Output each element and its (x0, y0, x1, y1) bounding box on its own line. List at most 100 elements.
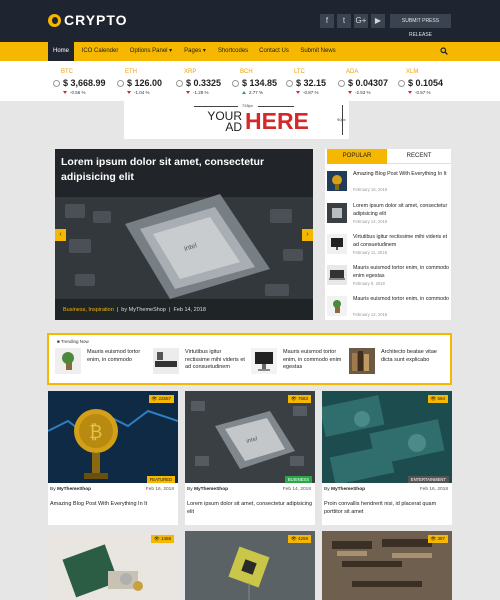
category-badge[interactable]: FEATURED (146, 476, 175, 483)
change-value: 2.77 % (249, 90, 264, 95)
widget-item-title: Virtutibus igitur rectissime mihi videri… (353, 234, 448, 248)
widget-item-date: February 16, 2018 (353, 187, 388, 192)
widget-item-date: February 12, 2018 (353, 312, 388, 317)
post-image (322, 391, 452, 483)
trending-item-title: Mauris euismod tortor enim, in commodo (87, 349, 141, 363)
clock-icon (176, 80, 183, 87)
post-card[interactable]: 👁 4259 (185, 531, 315, 600)
post-title[interactable]: Lorem ipsum dolor sit amet, consectetur … (187, 500, 313, 516)
change-value: -0.87 % (303, 90, 319, 95)
post-author: By MyThemeShop (187, 487, 228, 492)
ad-width-arrow (194, 106, 238, 107)
ticker-symbol: ETH (125, 69, 137, 75)
category-badge[interactable]: ENTERTAINMENT (407, 476, 449, 483)
twitter-icon[interactable]: t (337, 14, 351, 28)
change-value: -1.04 % (134, 90, 150, 95)
clock-icon (398, 80, 405, 87)
nav-item-submit-news[interactable]: Submit News (296, 42, 340, 61)
clock-icon (117, 80, 124, 87)
widget-thumb (327, 234, 347, 254)
trending-item[interactable]: Mauris euismod tortor enim, in commodo e… (251, 348, 346, 380)
ticker-item-btc[interactable]: BTC $ 3,668.99 -0.56 % (53, 69, 123, 99)
ticker-price: $ 126.00 (127, 78, 163, 88)
popular-recent-widget: POPULAR RECENT Amazing Blog Post With Ev… (325, 149, 451, 320)
clock-icon (53, 80, 60, 87)
site-logo[interactable]: CRYPTO (48, 12, 128, 28)
facebook-icon[interactable]: f (320, 14, 334, 28)
widget-item[interactable]: Mauris euismod tortor enim, in commodo F… (327, 296, 451, 324)
author-name[interactable]: MyThemeShop (331, 487, 365, 492)
views-badge: 👁 4259 (288, 535, 311, 543)
slider-categories[interactable]: Business, Inspiration (63, 307, 114, 313)
nav-label: Options Panel (129, 48, 168, 54)
eye-icon: 👁 (151, 396, 158, 401)
ad-banner[interactable]: 728px YOUR AD HERE 90px (124, 101, 349, 139)
trending-thumb (349, 348, 375, 374)
widget-item[interactable]: Virtutibus igitur rectissime mihi videri… (327, 234, 451, 262)
chevron-down-icon: ▾ (169, 48, 173, 54)
widget-item[interactable]: Mauris euismod tortor enim, in commodo e… (327, 265, 451, 293)
slider-next-button[interactable]: › (302, 229, 313, 241)
ticker-item-xlm[interactable]: XLM $ 0.1054 -0.57 % (398, 69, 468, 99)
ticker-symbol: XRP (184, 69, 197, 75)
trending-item-title: Virtutibus igitur rectissime mihi videri… (185, 349, 245, 370)
widget-item[interactable]: Lorem ipsum dolor sit amet, consectetur … (327, 203, 451, 231)
clock-icon (286, 80, 293, 87)
views-count: 1458 (160, 536, 171, 541)
slider-author: by MyThemeShop (121, 307, 166, 313)
trending-item-title: Architecto beatae vitae dicta sunt expli… (381, 349, 437, 363)
trending-item[interactable]: Mauris euismod tortor enim, in commodo (55, 348, 150, 380)
eye-icon: 👁 (291, 536, 297, 541)
category-badge[interactable]: BUSINESS (284, 476, 312, 483)
widget-item[interactable]: Amazing Blog Post With Everything In It … (327, 171, 451, 199)
post-title[interactable]: Proin convallis hendrerit nisi, id place… (324, 500, 450, 516)
arrow-up-icon (242, 91, 246, 95)
googleplus-icon[interactable]: G+ (354, 14, 368, 28)
ticker-price: $ 134.85 (242, 78, 278, 88)
ad-text: YOUR AD (198, 110, 242, 134)
change-value: -1.28 % (193, 90, 209, 95)
tab-recent[interactable]: RECENT (387, 149, 451, 164)
nav-item-home[interactable]: Home (48, 42, 74, 61)
slider-prev-button[interactable]: ‹ (55, 229, 66, 241)
by-label: By (187, 487, 193, 492)
author-name[interactable]: MyThemeShop (57, 487, 91, 492)
arrow-down-icon (127, 91, 131, 95)
post-meta: By MyThemeShop Feb 16, 2018 (324, 487, 450, 492)
views-count: 22557 (158, 396, 171, 401)
post-title[interactable]: Amazing Blog Post With Everything In It (50, 500, 176, 508)
author-name[interactable]: MyThemeShop (194, 487, 228, 492)
svg-text:₿: ₿ (89, 422, 102, 443)
views-count: 387 (437, 536, 445, 541)
post-card[interactable]: ₿ 👁 22557 FEATURED By MyThemeShop Feb 16… (48, 391, 178, 525)
slider-title[interactable]: Lorem ipsum dolor sit amet, consectetur … (61, 155, 301, 185)
tab-popular[interactable]: POPULAR (327, 149, 387, 164)
post-card[interactable]: 👁 564 ENTERTAINMENT By MyThemeShop Feb 1… (322, 391, 452, 525)
nav-item-ico-calender[interactable]: ICO Calender (78, 42, 122, 61)
search-icon[interactable] (440, 47, 448, 55)
ticker-change: -0.57 % (408, 90, 431, 95)
post-card[interactable]: intel 👁 7583 BUSINESS By MyThemeShop Feb… (185, 391, 315, 525)
ticker-price: $ 0.3325 (186, 78, 222, 88)
youtube-icon[interactable]: ▶ (371, 14, 385, 28)
post-card[interactable]: 👁 387 (322, 531, 452, 600)
submit-press-release-button[interactable]: SUBMIT PRESS RELEASE (390, 14, 451, 38)
price-ticker: BTC $ 3,668.99 -0.56 % ETH $ 126.00 -1.0… (0, 61, 500, 101)
nav-item-options-panel[interactable]: Options Panel ▾ (126, 42, 176, 61)
widget-item-date: February 9, 2018 (353, 281, 385, 286)
views-badge: 👁 1458 (151, 535, 174, 543)
ticker-symbol: LTC (294, 69, 305, 75)
trending-item[interactable]: Architecto beatae vitae dicta sunt expli… (349, 348, 444, 380)
change-value: -2.53 % (355, 90, 371, 95)
post-card[interactable]: 👁 1458 (48, 531, 178, 600)
ticker-price: $ 0.04307 (348, 78, 389, 88)
nav-item-pages[interactable]: Pages ▾ (180, 42, 210, 61)
ad-width-arrow (258, 106, 294, 107)
trending-item[interactable]: Virtutibus igitur rectissime mihi videri… (153, 348, 248, 380)
featured-slider[interactable]: intel Lorem ipsum dolor sit amet, consec… (55, 149, 313, 320)
nav-item-contact-us[interactable]: Contact Us (256, 42, 292, 61)
ad-line2: AD (225, 120, 242, 134)
nav-item-shortcodes[interactable]: Shortcodes (214, 42, 252, 61)
arrow-down-icon (408, 91, 412, 95)
trending-thumb (251, 348, 277, 374)
